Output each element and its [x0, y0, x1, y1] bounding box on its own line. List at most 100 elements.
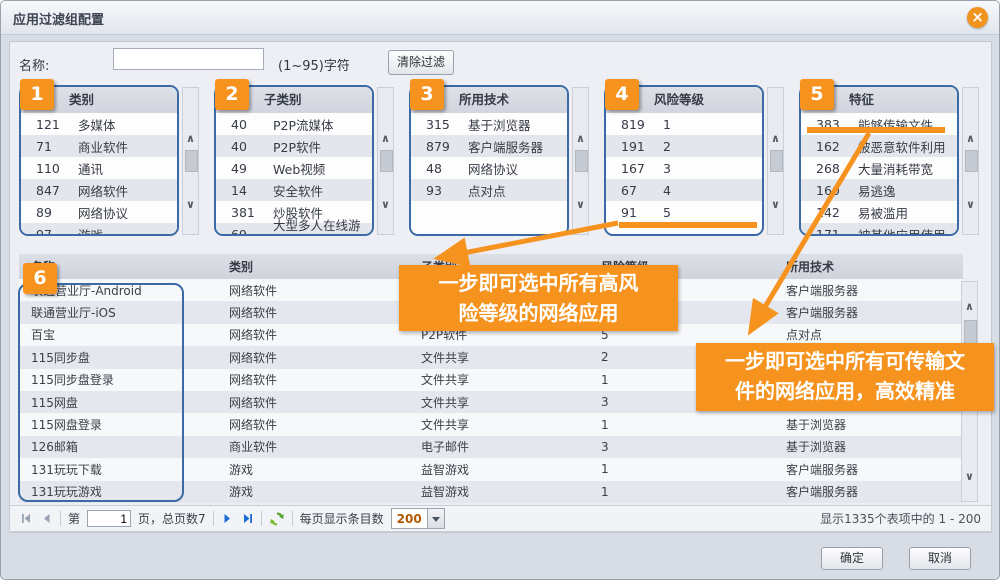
- list-item[interactable]: 97游戏: [21, 223, 177, 236]
- table-cell: 网络软件: [216, 326, 411, 343]
- column-header: 所用技术: [776, 258, 963, 275]
- list-item[interactable]: 879客户端服务器: [411, 135, 567, 157]
- page-suffix-label: 页，总页数7: [138, 510, 206, 527]
- ok-button[interactable]: 确定: [821, 547, 883, 570]
- refresh-icon[interactable]: [269, 511, 285, 527]
- list-item[interactable]: 8191: [606, 113, 762, 135]
- table-cell: 126邮箱: [19, 438, 216, 455]
- item-label: 多媒体: [78, 115, 116, 134]
- item-count: 97: [21, 227, 78, 237]
- list-item[interactable]: 674: [606, 179, 762, 201]
- clear-filter-button[interactable]: 清除过滤: [388, 50, 454, 75]
- item-count: 160: [801, 183, 858, 198]
- list-item[interactable]: 40P2P软件: [216, 135, 372, 157]
- close-icon[interactable]: ×: [967, 7, 988, 28]
- cancel-button[interactable]: 取消: [909, 547, 971, 570]
- table-cell: 游戏: [216, 483, 411, 500]
- item-label: 4: [663, 183, 671, 198]
- last-page-icon[interactable]: [241, 512, 254, 525]
- list-item[interactable]: 110通讯: [21, 157, 177, 179]
- dropdown-arrow-icon[interactable]: [427, 509, 444, 528]
- scrollbar-thumb[interactable]: [185, 150, 198, 172]
- list-item[interactable]: 162被恶意软件利用: [801, 135, 957, 157]
- result-range-text: 显示1335个表项中的 1 - 200: [820, 510, 981, 527]
- item-count: 162: [801, 139, 858, 154]
- table-cell: 基于浏览器: [776, 416, 963, 433]
- list-item[interactable]: 71商业软件: [21, 135, 177, 157]
- table-cell: 益智游戏: [411, 483, 591, 500]
- list-item[interactable]: 121多媒体: [21, 113, 177, 135]
- list-item[interactable]: 315基于浏览器: [411, 113, 567, 135]
- item-label: 点对点: [468, 181, 506, 200]
- scroll-down-icon[interactable]: ∨: [183, 198, 198, 212]
- scrollbar-thumb[interactable]: [575, 150, 588, 172]
- list-item[interactable]: 40P2P流媒体: [216, 113, 372, 135]
- list-scrollbar[interactable]: ∧∨: [767, 87, 784, 235]
- table-row[interactable]: 131玩玩下载游戏益智游戏1客户端服务器: [19, 458, 963, 480]
- list-item[interactable]: 48网络协议: [411, 157, 567, 179]
- prev-page-icon[interactable]: [40, 512, 53, 525]
- list-item[interactable]: 268大量消耗带宽: [801, 157, 957, 179]
- table-cell: 客户端服务器: [776, 461, 963, 478]
- divider: [213, 511, 214, 526]
- list-item[interactable]: 1912: [606, 135, 762, 157]
- item-label: P2P软件: [273, 137, 321, 156]
- table-row[interactable]: 115网盘登录网络软件文件共享1基于浏览器: [19, 413, 963, 435]
- page-number-input[interactable]: [87, 510, 131, 527]
- table-cell: 网络软件: [216, 304, 411, 321]
- list-item[interactable]: 847网络软件: [21, 179, 177, 201]
- item-label: 安全软件: [273, 181, 323, 200]
- divider: [292, 511, 293, 526]
- list-scrollbar[interactable]: ∧∨: [182, 87, 199, 235]
- callout-line: 一步即可选中所有高风: [439, 271, 639, 295]
- per-page-select[interactable]: 200: [391, 508, 445, 529]
- list-item[interactable]: 142易被滥用: [801, 201, 957, 223]
- scroll-down-icon[interactable]: ∨: [378, 198, 393, 212]
- item-label: 被其他应用使用: [858, 225, 946, 237]
- item-label: 网络协议: [468, 159, 518, 178]
- scroll-up-icon[interactable]: ∧: [963, 132, 978, 146]
- item-count: 71: [21, 139, 78, 154]
- list-item[interactable]: 915: [606, 201, 762, 223]
- table-row[interactable]: 131玩玩游戏游戏益智游戏1客户端服务器: [19, 481, 963, 503]
- scroll-down-icon[interactable]: ∨: [963, 198, 978, 212]
- scroll-down-icon[interactable]: ∨: [962, 470, 977, 484]
- table-cell: 电子邮件: [411, 438, 591, 455]
- step-badge-1: 1: [20, 79, 54, 110]
- list-item[interactable]: 1673: [606, 157, 762, 179]
- callout-line: 一步即可选中所有可传输文: [725, 349, 965, 373]
- table-cell: 文件共享: [411, 349, 591, 366]
- scroll-down-icon[interactable]: ∨: [768, 198, 783, 212]
- list-item[interactable]: 171被其他应用使用: [801, 223, 957, 236]
- list-item[interactable]: 69大型多人在线游戏: [216, 223, 372, 236]
- first-page-icon[interactable]: [20, 512, 33, 525]
- list-item[interactable]: 160易逃逸: [801, 179, 957, 201]
- list-item[interactable]: 93点对点: [411, 179, 567, 201]
- scroll-up-icon[interactable]: ∧: [768, 132, 783, 146]
- item-label: Web视频: [273, 159, 325, 178]
- table-row[interactable]: 126邮箱商业软件电子邮件3基于浏览器: [19, 436, 963, 458]
- scroll-up-icon[interactable]: ∧: [573, 132, 588, 146]
- scroll-up-icon[interactable]: ∧: [183, 132, 198, 146]
- table-cell: 115网盘: [19, 394, 216, 411]
- list-item[interactable]: 383能够传输文件: [801, 113, 957, 135]
- table-cell: 益智游戏: [411, 461, 591, 478]
- scrollbar-thumb[interactable]: [965, 150, 978, 172]
- name-input[interactable]: [113, 48, 264, 70]
- item-label: 被恶意软件利用: [858, 137, 946, 156]
- item-count: 89: [21, 205, 78, 220]
- scrollbar-thumb[interactable]: [770, 150, 783, 172]
- scroll-up-icon[interactable]: ∧: [962, 300, 977, 314]
- scrollbar-thumb[interactable]: [380, 150, 393, 172]
- scroll-down-icon[interactable]: ∨: [573, 198, 588, 212]
- list-item[interactable]: 89网络协议: [21, 201, 177, 223]
- scroll-up-icon[interactable]: ∧: [378, 132, 393, 146]
- next-page-icon[interactable]: [221, 512, 234, 525]
- list-scrollbar[interactable]: ∧∨: [377, 87, 394, 235]
- list-item[interactable]: 14安全软件: [216, 179, 372, 201]
- step-badge-6: 6: [23, 263, 57, 294]
- list-item[interactable]: 49Web视频: [216, 157, 372, 179]
- list-scrollbar[interactable]: ∧∨: [572, 87, 589, 235]
- list-scrollbar[interactable]: ∧∨: [962, 87, 979, 235]
- item-label: P2P流媒体: [273, 115, 334, 134]
